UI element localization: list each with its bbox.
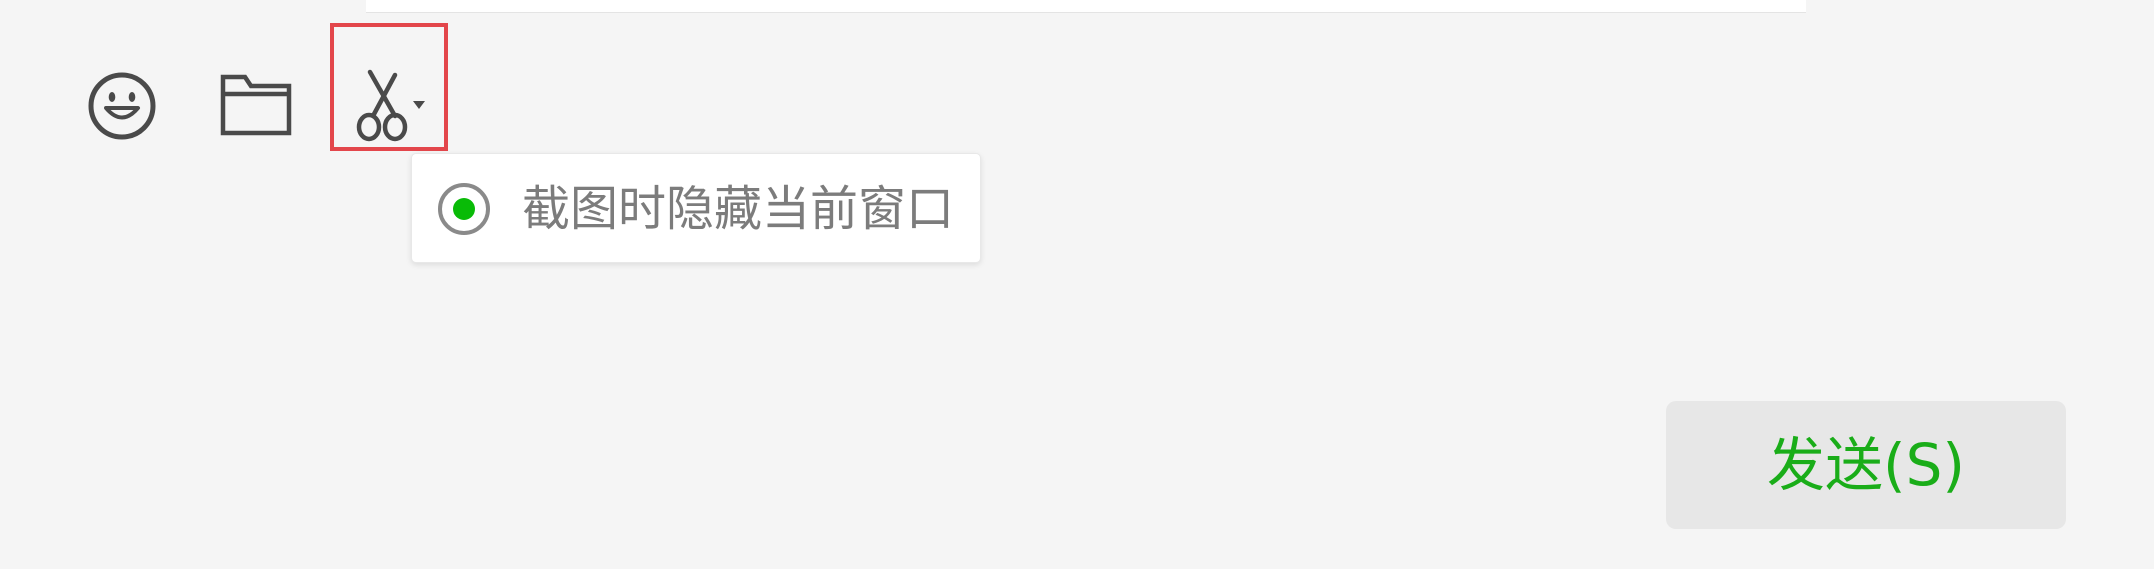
radio-selected-dot [453, 198, 475, 220]
folder-icon [220, 74, 292, 136]
hide-current-window-option[interactable]: 截图时隐藏当前窗口 [438, 176, 958, 242]
emoji-button[interactable] [86, 70, 158, 142]
screenshot-options-menu: 截图时隐藏当前窗口 [411, 153, 981, 263]
send-file-button[interactable] [218, 70, 294, 138]
scissors-icon [356, 69, 408, 142]
chat-input-toolbar [0, 0, 520, 170]
chevron-down-icon [413, 101, 425, 109]
chat-history-area [366, 0, 1806, 13]
send-button[interactable]: 发送(S) [1666, 401, 2066, 529]
smiley-face-icon [88, 72, 156, 140]
screenshot-button[interactable] [330, 23, 448, 151]
menu-option-label: 截图时隐藏当前窗口 [522, 181, 955, 237]
radio-button[interactable] [438, 183, 490, 235]
